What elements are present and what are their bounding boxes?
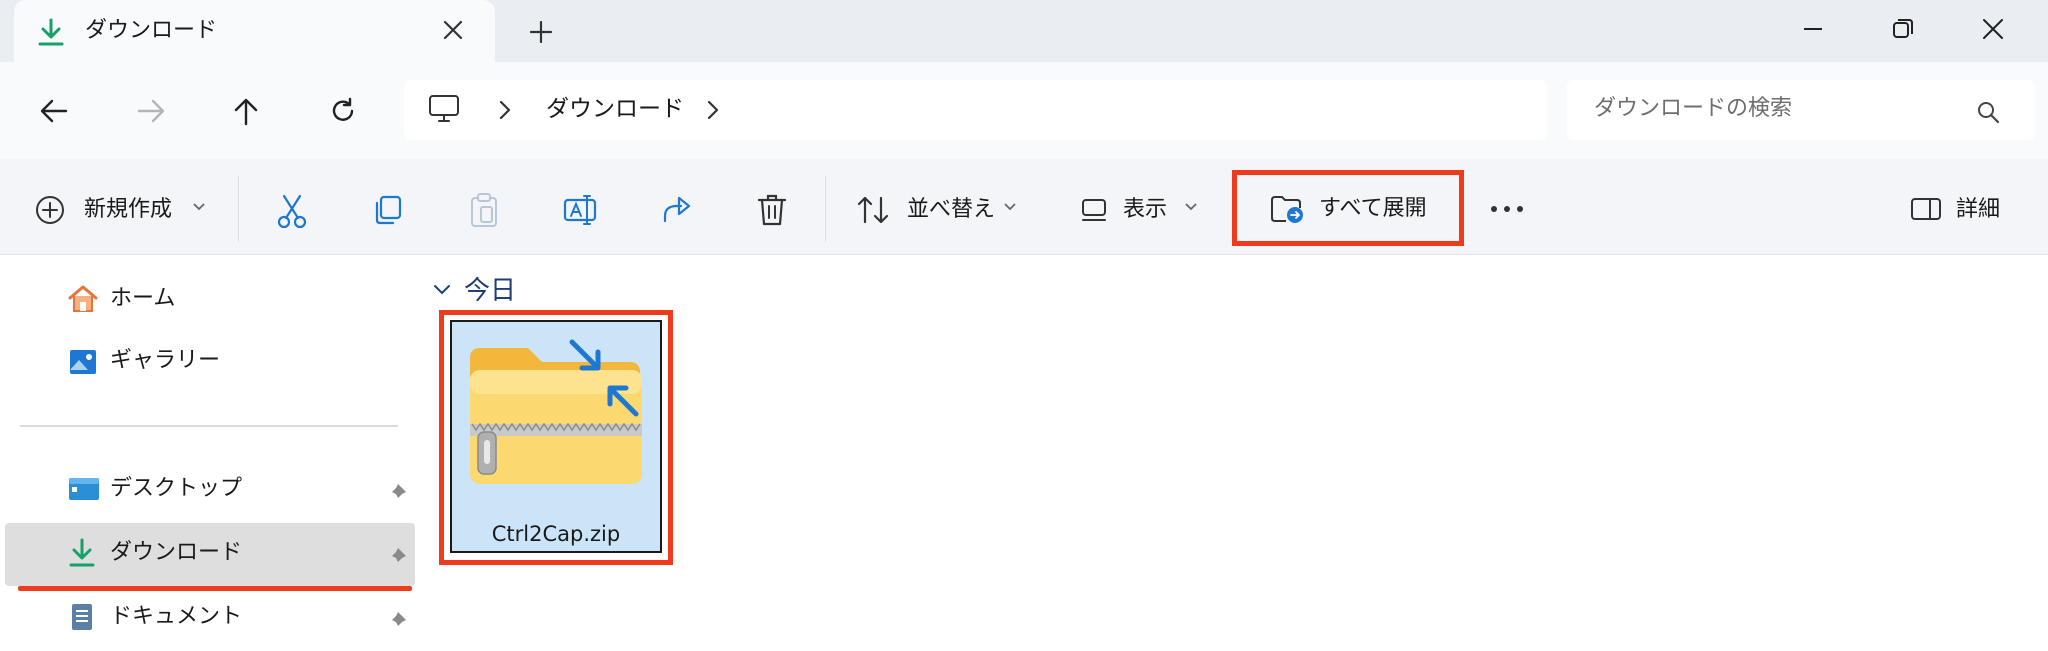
- pin-icon[interactable]: [386, 546, 408, 568]
- sidebar-item-label: ギャラリー: [110, 348, 221, 373]
- chevron-down-icon: [1184, 199, 1198, 213]
- tab-title: ダウンロード: [85, 18, 218, 43]
- sidebar-item-downloads[interactable]: ダウンロード: [60, 534, 410, 574]
- sidebar-item-label: ホーム: [110, 286, 176, 311]
- share-icon[interactable]: [661, 194, 693, 224]
- sidebar-divider: [20, 425, 398, 427]
- sidebar-item-label: ドキュメント: [110, 604, 243, 629]
- home-icon: [67, 284, 99, 314]
- file-name: Ctrl2Cap.zip: [491, 522, 621, 546]
- sidebar-item-desktop[interactable]: デスクトップ: [60, 470, 410, 510]
- group-header-today[interactable]: 今日: [464, 276, 516, 306]
- sort-icon: [857, 196, 889, 224]
- close-tab-icon[interactable]: [441, 18, 465, 42]
- sort-button[interactable]: 並べ替え: [853, 188, 1023, 232]
- new-button[interactable]: 新規作成: [30, 188, 215, 232]
- download-icon: [68, 538, 96, 568]
- view-label: 表示: [1123, 197, 1168, 222]
- sidebar-item-gallery[interactable]: ギャラリー: [60, 342, 360, 382]
- toolbar-divider: [825, 176, 826, 242]
- back-icon[interactable]: [40, 98, 68, 124]
- selection-underline: [18, 586, 412, 591]
- minimize-icon[interactable]: [1801, 17, 1825, 41]
- sort-label: 並べ替え: [907, 197, 996, 222]
- copy-icon[interactable]: [372, 194, 404, 226]
- chevron-right-icon[interactable]: [706, 100, 720, 120]
- refresh-icon[interactable]: [330, 97, 356, 124]
- extract-all-label: すべて展開: [1319, 196, 1427, 221]
- chevron-right-icon[interactable]: [498, 100, 512, 120]
- pin-icon[interactable]: [386, 610, 408, 632]
- paste-icon[interactable]: [469, 192, 499, 228]
- view-button[interactable]: 表示: [1076, 188, 1206, 232]
- forward-icon[interactable]: [137, 98, 165, 124]
- maximize-icon[interactable]: [1891, 17, 1915, 41]
- close-icon[interactable]: [1981, 17, 2005, 41]
- sidebar-item-label: ダウンロード: [110, 540, 243, 565]
- download-icon: [38, 18, 64, 46]
- chevron-down-icon: [192, 199, 206, 213]
- zip-folder-icon: [468, 336, 644, 494]
- search-icon[interactable]: [1976, 100, 2000, 124]
- details-pane-icon: [1910, 197, 1942, 221]
- up-icon[interactable]: [233, 98, 259, 126]
- pin-icon[interactable]: [386, 482, 408, 504]
- details-label: 詳細: [1956, 197, 2001, 222]
- chevron-down-icon: [1003, 199, 1017, 213]
- this-pc-icon[interactable]: [428, 94, 460, 124]
- view-icon: [1080, 197, 1108, 223]
- desktop-icon: [67, 476, 101, 502]
- delete-icon[interactable]: [757, 193, 787, 227]
- extract-folder-icon: [1270, 194, 1304, 224]
- new-tab-icon[interactable]: [528, 19, 554, 45]
- document-icon: [69, 602, 95, 632]
- new-label: 新規作成: [84, 197, 173, 222]
- sidebar-item-documents[interactable]: ドキュメント: [60, 598, 410, 638]
- details-pane-button[interactable]: 詳細: [1906, 188, 2026, 232]
- search-placeholder: ダウンロードの検索: [1594, 96, 1793, 121]
- gallery-icon: [67, 347, 99, 377]
- collapse-chevron-icon[interactable]: [432, 282, 452, 298]
- cut-icon[interactable]: [276, 194, 308, 229]
- extract-all-button[interactable]: すべて展開: [1232, 170, 1464, 246]
- breadcrumb-downloads[interactable]: ダウンロード: [546, 94, 684, 124]
- sidebar-item-home[interactable]: ホーム: [60, 280, 360, 320]
- more-options-icon[interactable]: [1490, 205, 1524, 213]
- sidebar-item-label: デスクトップ: [110, 476, 243, 501]
- add-circle-icon: [35, 195, 65, 225]
- rename-icon[interactable]: [563, 194, 599, 226]
- toolbar-divider: [238, 176, 239, 242]
